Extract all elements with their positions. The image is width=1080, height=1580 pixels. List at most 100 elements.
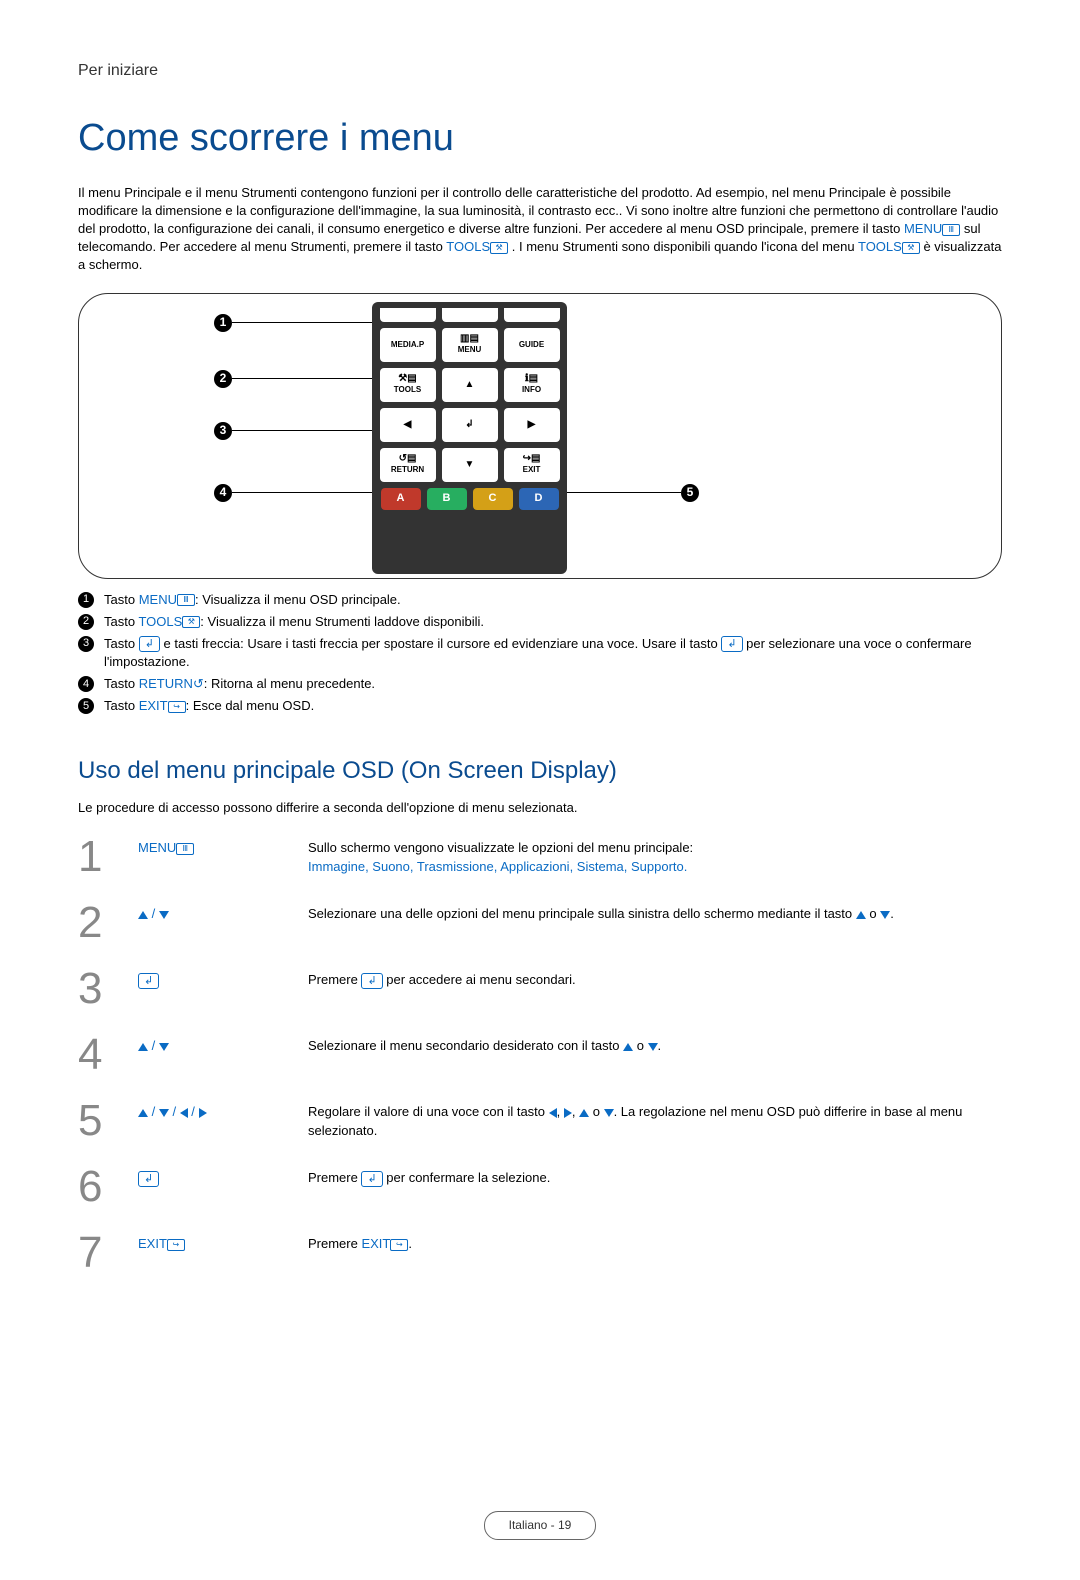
triangle-right-icon (199, 1108, 207, 1118)
step-key: MENUⅢ (138, 835, 308, 857)
step-key: ↲ (138, 1165, 308, 1187)
step-row: 2 / Selezionare una delle opzioni del me… (78, 895, 1002, 961)
step-key: / (138, 901, 308, 923)
intro-paragraph: Il menu Principale e il menu Strumenti c… (78, 184, 1002, 275)
info-glyph-icon: ℹ▤ (525, 374, 538, 384)
triangle-up-icon: ▲ (465, 380, 475, 390)
step-number: 1 (78, 835, 138, 879)
enter-icon: ↲ (465, 420, 473, 430)
step-number: 2 (78, 901, 138, 945)
triangle-up-icon (138, 1109, 148, 1117)
enter-icon: ↲ (361, 1171, 382, 1187)
step-key: ↲ (138, 967, 308, 989)
legend-number: 2 (78, 614, 94, 630)
exit-icon: ↪ (167, 1239, 185, 1251)
legend-text: : Esce dal menu OSD. (186, 698, 315, 713)
step-description: Sullo schermo vengono visualizzate le op… (308, 835, 1002, 875)
tools-keyword: TOOLS⚒ (446, 239, 508, 254)
tools-icon: ⚒ (490, 242, 508, 254)
remote-exit-button: ↪▤EXIT (504, 448, 560, 482)
step-description: Selezionare una delle opzioni del menu p… (308, 901, 1002, 923)
triangle-down-icon (648, 1043, 658, 1051)
step-row: 6 ↲ Premere ↲ per confermare la selezion… (78, 1159, 1002, 1225)
step-row: 7 EXIT↪ Premere EXIT↪. (78, 1225, 1002, 1291)
triangle-down-icon (159, 911, 169, 919)
exit-glyph-icon: ↪▤ (523, 454, 541, 464)
step-number: 6 (78, 1165, 138, 1209)
legend-text: Tasto (104, 614, 138, 629)
remote-info-button: ℹ▤INFO (504, 368, 560, 402)
legend-item: 4 Tasto RETURN↺: Ritorna al menu precede… (78, 675, 1002, 693)
legend-item: 3 Tasto ↲ e tasti freccia: Usare i tasti… (78, 635, 1002, 671)
legend-key: EXIT↪ (139, 698, 186, 713)
callout-number: 1 (214, 314, 232, 332)
triangle-down-icon (159, 1043, 169, 1051)
exit-icon: ↪ (390, 1239, 408, 1251)
remote-a-button: A (381, 488, 421, 510)
remote-up-button: ▲ (442, 368, 498, 402)
triangle-up-icon (138, 1043, 148, 1051)
legend-key: MENUⅢ (139, 592, 195, 607)
intro-text: . I menu Strumenti sono disponibili quan… (512, 239, 858, 254)
return-glyph-icon: ↺▤ (399, 454, 417, 464)
legend-text: : Visualizza il menu Strumenti laddove d… (200, 614, 484, 629)
callout-number: 5 (681, 484, 699, 502)
triangle-right-icon: ▶ (528, 420, 536, 430)
legend-text: Tasto (104, 676, 139, 691)
triangle-up-icon (623, 1043, 633, 1051)
enter-icon: ↲ (138, 1171, 159, 1187)
step-row: 1 MENUⅢ Sullo schermo vengono visualizza… (78, 829, 1002, 895)
tools-icon: ⚒ (182, 616, 200, 628)
remote-b-button: B (427, 488, 467, 510)
step-row: 3 ↲ Premere ↲ per accedere ai menu secon… (78, 961, 1002, 1027)
section-heading: Uso del menu principale OSD (On Screen D… (78, 754, 1002, 788)
legend-key: RETURN↺ (139, 676, 204, 691)
remote-control: MEDIA.P ▥▤MENU GUIDE ⚒▤TOOLS ▲ ℹ▤INFO ◀ … (372, 302, 567, 574)
remote-enter-button: ↲ (442, 408, 498, 442)
enter-icon: ↲ (721, 636, 742, 652)
triangle-left-icon (549, 1108, 557, 1118)
menu-icon: Ⅲ (176, 843, 194, 855)
callout-5: 5 (567, 484, 699, 502)
legend-item: 1 Tasto MENUⅢ: Visualizza il menu OSD pr… (78, 591, 1002, 609)
legend-key: TOOLS⚒ (138, 614, 200, 629)
step-key: EXIT↪ (138, 1231, 308, 1253)
remote-left-button: ◀ (380, 408, 436, 442)
remote-mediap-button: MEDIA.P (380, 328, 436, 362)
enter-icon: ↲ (139, 636, 160, 652)
step-description: Premere ↲ per confermare la selezione. (308, 1165, 1002, 1187)
legend-text: Tasto (104, 592, 139, 607)
menu-keyword: MENUⅢ (904, 221, 960, 236)
tools-icon: ⚒ (902, 242, 920, 254)
steps-table: 1 MENUⅢ Sullo schermo vengono visualizza… (78, 829, 1002, 1291)
legend-text: e tasti freccia: Usare i tasti freccia p… (160, 636, 721, 651)
step-number: 5 (78, 1099, 138, 1143)
triangle-left-icon (180, 1108, 188, 1118)
legend-text: : Visualizza il menu OSD principale. (195, 592, 401, 607)
legend-number: 5 (78, 698, 94, 714)
remote-menu-button: ▥▤MENU (442, 328, 498, 362)
triangle-down-icon (604, 1109, 614, 1117)
callout-number: 4 (214, 484, 232, 502)
remote-button-stub (442, 308, 498, 322)
callout-number: 3 (214, 422, 232, 440)
callout-2: 2 (214, 370, 372, 388)
legend-text: : Ritorna al menu precedente. (204, 676, 375, 691)
triangle-up-icon (138, 911, 148, 919)
section-subtext: Le procedure di accesso possono differir… (78, 799, 1002, 817)
triangle-down-icon (159, 1109, 169, 1117)
remote-right-button: ▶ (504, 408, 560, 442)
menu-icon: Ⅲ (177, 594, 195, 606)
legend-list: 1 Tasto MENUⅢ: Visualizza il menu OSD pr… (78, 591, 1002, 716)
legend-text: Tasto (104, 636, 139, 651)
step-number: 7 (78, 1231, 138, 1275)
page-footer: Italiano - 19 (78, 1511, 1002, 1540)
step-key: / / / (138, 1099, 308, 1121)
step-number: 4 (78, 1033, 138, 1077)
step-description: Regolare il valore di una voce con il ta… (308, 1099, 1002, 1139)
remote-guide-button: GUIDE (504, 328, 560, 362)
step-key: / (138, 1033, 308, 1055)
step-row: 4 / Selezionare il menu secondario desid… (78, 1027, 1002, 1093)
tools-glyph-icon: ⚒▤ (398, 374, 416, 384)
callout-3: 3 (214, 422, 372, 440)
